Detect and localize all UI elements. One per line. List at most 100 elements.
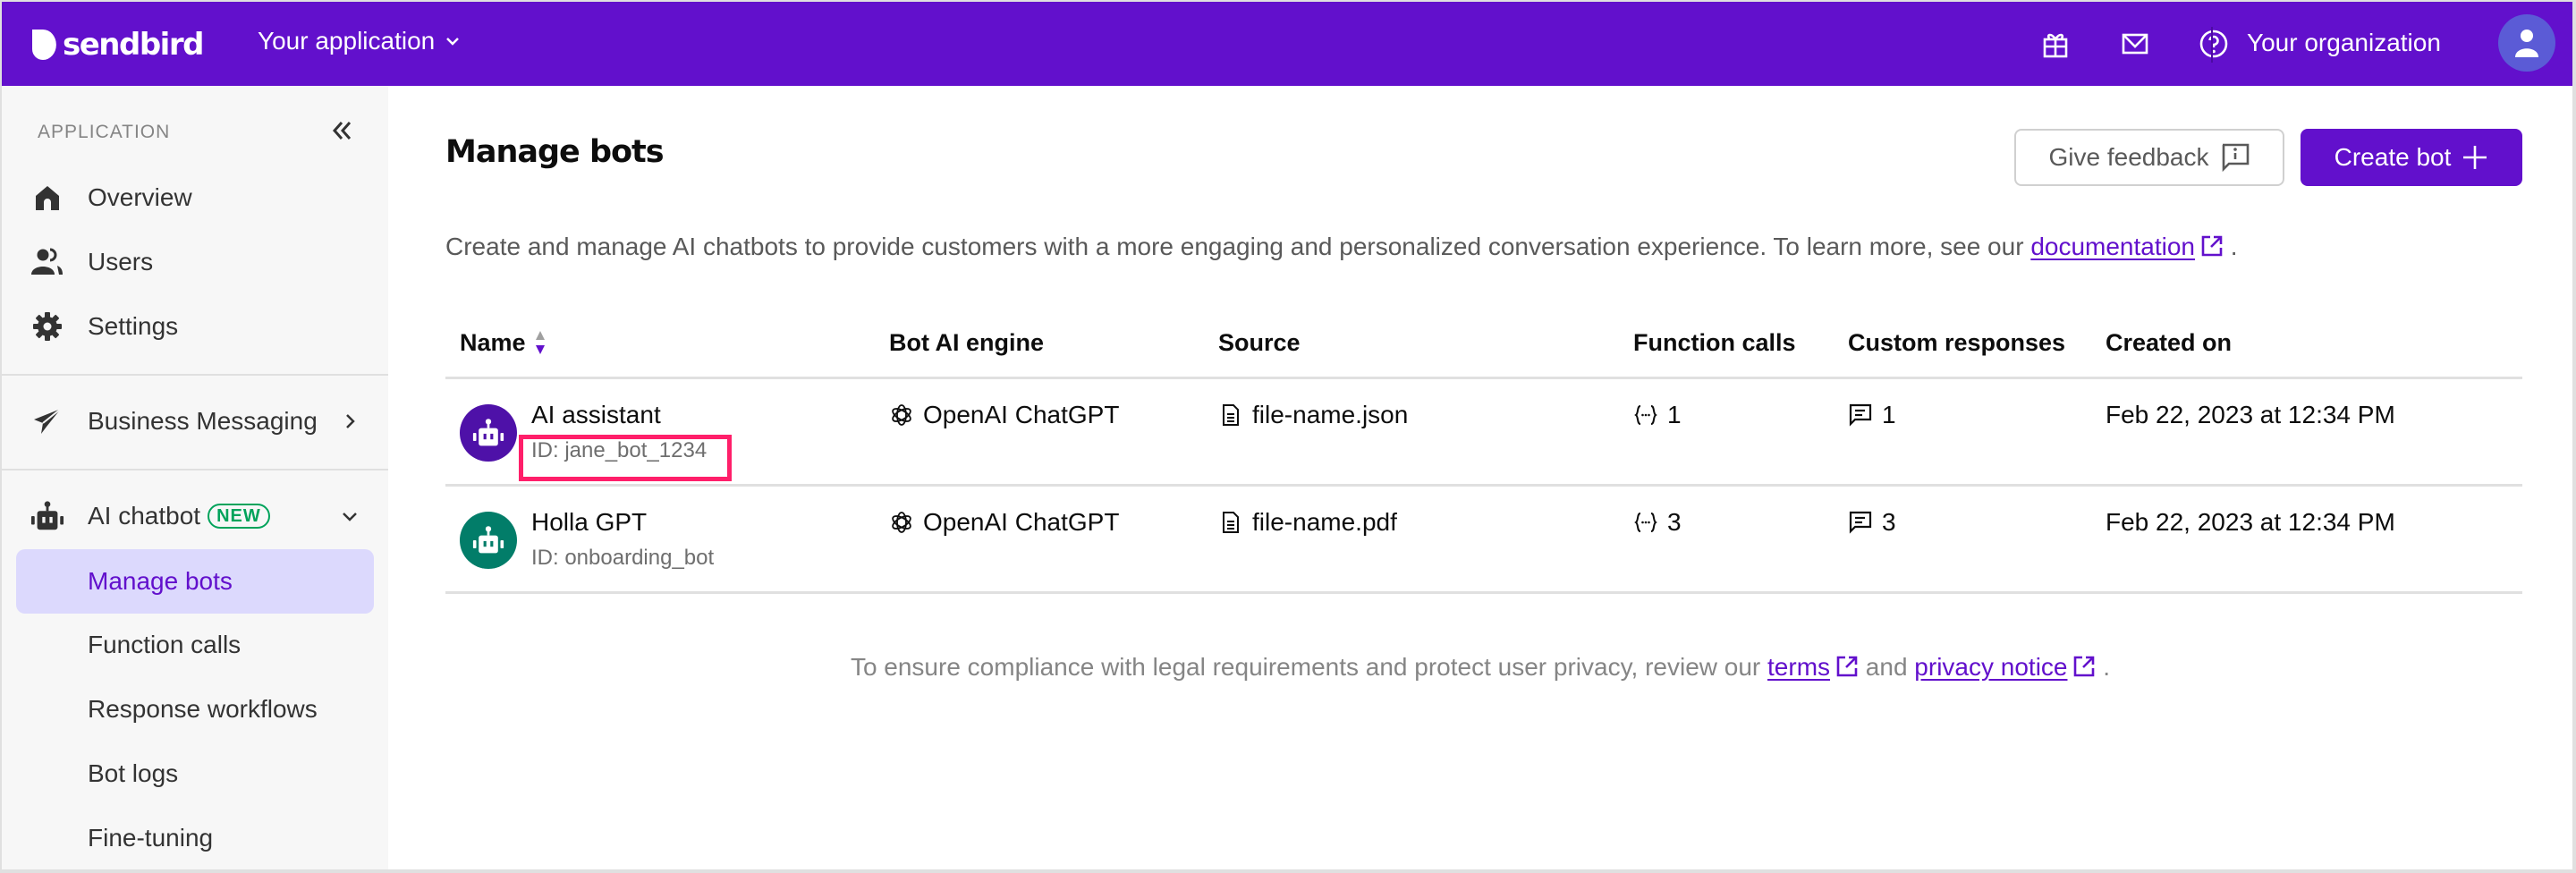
sidebar-item-fine-tuning[interactable]: Fine-tuning — [16, 810, 374, 866]
message-icon — [1849, 511, 1872, 534]
column-header-name[interactable]: Name — [460, 329, 547, 357]
column-header-created-on: Created on — [2106, 329, 2233, 356]
sidebar: APPLICATION Overview Users Settings Busi… — [2, 86, 388, 869]
description-text: Create and manage AI chatbots to provide… — [445, 233, 2031, 260]
sidebar-divider — [2, 374, 388, 376]
openai-icon — [892, 404, 911, 426]
paper-plane-icon — [30, 404, 64, 438]
file-icon — [1223, 512, 1239, 533]
sidebar-divider — [2, 469, 388, 470]
external-link-icon[interactable] — [2072, 655, 2096, 678]
robot-icon — [472, 419, 504, 446]
app-window: sendbird Your application Your organizat… — [2, 2, 2572, 869]
sidebar-item-business-messaging[interactable]: Business Messaging — [16, 394, 374, 449]
chevron-right-icon — [346, 414, 355, 428]
chevron-down-icon — [446, 38, 460, 46]
privacy-notice-link[interactable]: privacy notice — [1914, 653, 2067, 681]
give-feedback-label: Give feedback — [2048, 143, 2209, 171]
top-header: sendbird Your application Your organizat… — [2, 2, 2572, 86]
function-calls-count: 3 — [1667, 508, 1682, 536]
compliance-and: and — [1859, 653, 1915, 681]
sidebar-section-title: APPLICATION — [38, 122, 171, 142]
highlight-annotation — [519, 435, 732, 481]
table-row[interactable]: Holla GPT ID: onboarding_bot OpenAI Chat… — [445, 487, 2522, 594]
source-file: file-name.json — [1252, 401, 1409, 428]
user-avatar[interactable] — [2498, 14, 2555, 72]
main-content: Manage bots Give feedback Create bot Cre… — [388, 86, 2572, 869]
app-switcher-label: Your application — [258, 27, 436, 55]
external-link-icon[interactable] — [1835, 655, 1859, 678]
sidebar-item-label: Fine-tuning — [88, 824, 214, 852]
terms-link[interactable]: terms — [1767, 653, 1830, 681]
bot-custom-responses: 3 — [1848, 508, 1896, 537]
organization-switcher[interactable]: Your organization — [2247, 29, 2441, 57]
page-title: Manage bots — [445, 134, 665, 170]
bot-name[interactable]: AI assistant — [531, 401, 661, 429]
create-bot-label: Create bot — [2334, 143, 2452, 171]
ai-chatbot-label: AI chatbot — [88, 502, 201, 530]
column-header-label: Name — [460, 329, 526, 356]
description-suffix: . — [2224, 233, 2238, 260]
collapse-sidebar-icon[interactable] — [327, 116, 356, 145]
sidebar-item-function-calls[interactable]: Function calls — [16, 617, 374, 673]
users-icon — [30, 245, 64, 279]
sidebar-item-ai-chatbot[interactable]: AI chatbot NEW — [16, 488, 374, 544]
custom-responses-count: 3 — [1882, 508, 1896, 536]
documentation-link[interactable]: documentation — [2030, 233, 2195, 260]
robot-icon — [30, 499, 64, 533]
sidebar-item-label: Business Messaging — [88, 407, 318, 435]
bot-avatar — [460, 512, 517, 569]
create-bot-button[interactable]: Create bot — [2301, 129, 2522, 186]
sidebar-item-label: Users — [88, 248, 154, 275]
sidebar-item-label: Function calls — [88, 631, 242, 658]
compliance-suffix: . — [2096, 653, 2111, 681]
sendbird-logo-icon — [32, 30, 56, 60]
bot-avatar — [460, 404, 517, 462]
bot-custom-responses: 1 — [1848, 401, 1896, 429]
page-description: Create and manage AI chatbots to provide… — [445, 233, 2238, 261]
sidebar-item-settings[interactable]: Settings — [16, 299, 374, 354]
chevron-down-icon — [343, 513, 357, 521]
function-braces-icon — [1634, 405, 1657, 425]
sidebar-item-users[interactable]: Users — [16, 234, 374, 290]
sendbird-logo[interactable]: sendbird — [30, 27, 204, 63]
bot-source: file-name.json — [1218, 401, 1408, 429]
sidebar-item-response-workflows[interactable]: Response workflows — [16, 682, 374, 737]
column-header-custom-responses: Custom responses — [1848, 329, 2066, 356]
bot-id: ID: onboarding_bot — [531, 546, 715, 570]
function-calls-count: 1 — [1667, 401, 1682, 428]
sidebar-item-label: Overview — [88, 183, 192, 211]
external-link-icon[interactable] — [2200, 234, 2224, 258]
custom-responses-count: 1 — [1882, 401, 1896, 428]
bot-engine: OpenAI ChatGPT — [889, 508, 1119, 537]
sidebar-item-label: Response workflows — [88, 695, 318, 723]
user-avatar-icon — [2515, 30, 2538, 57]
robot-icon — [472, 526, 504, 554]
table-header-row: Name Bot AI engine Source Function calls… — [445, 309, 2522, 379]
new-badge: NEW — [208, 504, 270, 529]
column-header-engine: Bot AI engine — [889, 329, 1044, 356]
bot-function-calls: 3 — [1633, 508, 1682, 537]
plus-icon — [2463, 146, 2487, 169]
sidebar-item-label: Settings — [88, 312, 179, 340]
help-icon[interactable] — [2198, 28, 2230, 60]
sort-icon[interactable] — [533, 329, 547, 356]
bots-table: Name Bot AI engine Source Function calls… — [445, 309, 2522, 594]
file-icon — [1223, 404, 1239, 426]
home-icon — [30, 181, 64, 215]
sidebar-item-label: Bot logs — [88, 759, 179, 787]
sidebar-item-bot-logs[interactable]: Bot logs — [16, 746, 374, 801]
sidebar-item-overview[interactable]: Overview — [16, 170, 374, 225]
function-braces-icon — [1634, 513, 1657, 532]
give-feedback-button[interactable]: Give feedback — [2014, 129, 2284, 186]
column-header-function-calls: Function calls — [1633, 329, 1796, 356]
mail-icon[interactable] — [2119, 28, 2151, 60]
engine-name: OpenAI ChatGPT — [923, 508, 1120, 536]
bot-name[interactable]: Holla GPT — [531, 508, 647, 537]
table-row[interactable]: AI assistant ID: jane_bot_1234 OpenAI Ch… — [445, 379, 2522, 487]
bot-function-calls: 1 — [1633, 401, 1682, 429]
app-switcher[interactable]: Your application — [258, 27, 462, 55]
gift-icon[interactable] — [2039, 28, 2072, 60]
sidebar-item-manage-bots[interactable]: Manage bots — [16, 549, 374, 614]
bot-engine: OpenAI ChatGPT — [889, 401, 1119, 429]
